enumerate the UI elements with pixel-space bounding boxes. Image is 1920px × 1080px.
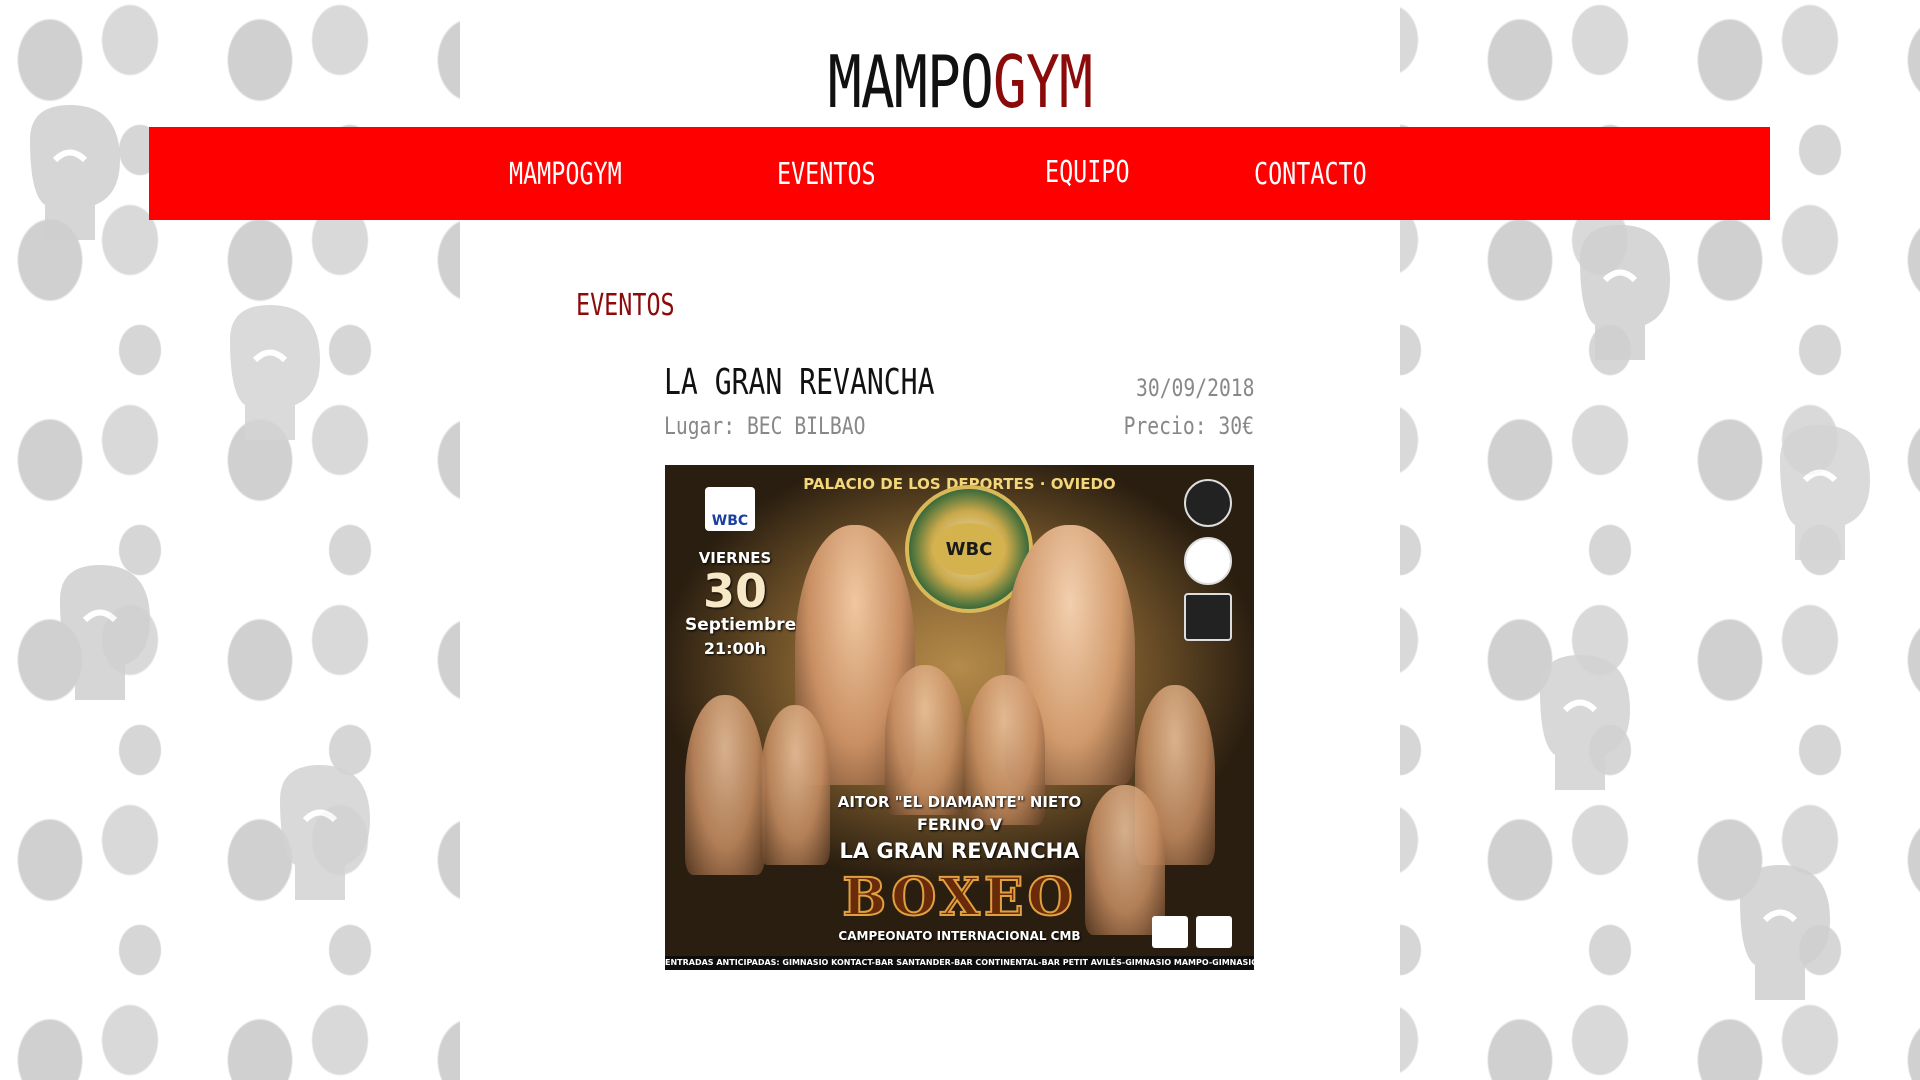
event-title[interactable]: LA GRAN REVANCHA <box>664 362 934 403</box>
nav-item-eventos[interactable]: EVENTOS <box>777 157 876 192</box>
sponsor-badge-icon <box>1184 593 1232 641</box>
nav-item-contacto[interactable]: CONTACTO <box>1254 157 1367 192</box>
logo-text-mampo: MAMPO <box>827 40 994 124</box>
poster-line-2: FERINO V <box>916 815 1003 834</box>
boxing-glove-icon <box>60 565 150 700</box>
nav-item-mampogym[interactable]: MAMPOGYM <box>509 157 622 192</box>
section-title: EVENTOS <box>576 288 675 323</box>
poster-day: 30 <box>702 564 767 618</box>
belt-label: WBC <box>932 523 1006 575</box>
site-logo[interactable]: MAMPOGYM <box>211 44 1709 120</box>
boxing-glove-icon <box>1740 865 1830 1000</box>
nav-item-equipo[interactable]: EQUIPO <box>1045 155 1130 190</box>
main-navbar: MAMPOGYM EVENTOS EQUIPO CONTACTO <box>149 127 1770 220</box>
event-place: Lugar: BEC BILBAO <box>664 412 866 440</box>
boxing-glove-icon <box>1580 225 1670 360</box>
poster-footer: ENTRADAS ANTICIPADAS: GIMNASIO KONTACT-B… <box>665 956 1254 970</box>
boxing-glove-icon <box>1540 655 1630 790</box>
poster-time: 21:00h <box>703 639 767 658</box>
boxing-glove-icon <box>1780 425 1870 560</box>
event-date: 30/09/2018 <box>1135 374 1254 402</box>
boxing-glove-icon <box>280 765 370 900</box>
sponsor-logo-icon <box>1184 537 1232 585</box>
poster-month: Septiembre <box>685 615 797 635</box>
poster-line-1: AITOR "EL DIAMANTE" NIETO <box>837 793 1082 811</box>
event-poster[interactable]: PALACIO DE LOS DEPORTES · OVIEDO WBC WBC… <box>665 465 1254 970</box>
wbc-logo-icon: WBC <box>705 487 755 531</box>
oviedo-logo-icon <box>1196 916 1232 948</box>
sponsor-logo-icon <box>1152 916 1188 948</box>
boxing-glove-icon <box>30 105 120 240</box>
poster-date: VIERNES 30 Septiembre 21:00h <box>685 549 797 658</box>
sponsor-seal-icon <box>1184 479 1232 527</box>
logo-text-gym: GYM <box>993 40 1093 124</box>
poster-line-3: LA GRAN REVANCHA <box>839 839 1080 863</box>
event-price: Precio: 30€ <box>1123 412 1254 440</box>
boxing-glove-icon <box>230 305 320 440</box>
